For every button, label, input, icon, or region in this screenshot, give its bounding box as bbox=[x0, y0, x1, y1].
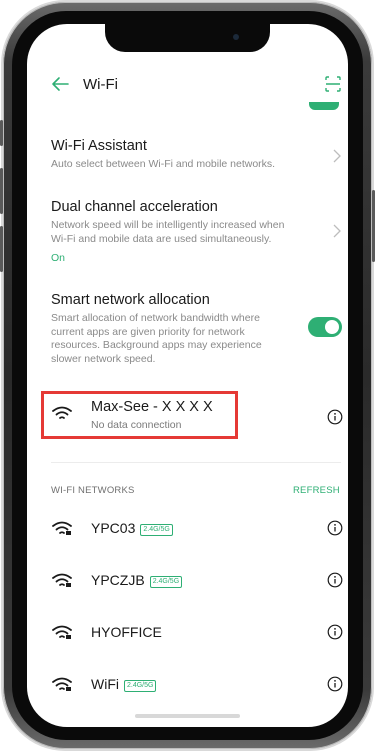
chevron-right-icon bbox=[333, 224, 341, 238]
qr-scan-icon[interactable] bbox=[323, 74, 343, 94]
wifi-locked-icon bbox=[52, 625, 72, 639]
network-item-ypczjb[interactable]: YPCZJB 2.4G/5G bbox=[27, 565, 348, 595]
network-name: HYOFFICE bbox=[91, 624, 162, 640]
info-icon[interactable] bbox=[327, 676, 343, 692]
band-badge: 2.4G/5G bbox=[140, 524, 173, 536]
chevron-right-icon bbox=[333, 149, 341, 163]
smart-allocation-desc-line-4: slower network speed. bbox=[51, 352, 156, 365]
notch bbox=[105, 24, 270, 52]
network-name: WiFi 2.4G/5G bbox=[91, 676, 157, 692]
network-name: YPC03 2.4G/5G bbox=[91, 520, 173, 536]
wifi-networks-label: WI-FI NETWORKS bbox=[51, 485, 135, 496]
info-icon[interactable] bbox=[327, 624, 343, 640]
network-name-text: WiFi bbox=[91, 676, 119, 692]
wifi-assistant-description: Auto select between Wi-Fi and mobile net… bbox=[51, 158, 276, 170]
dual-channel-desc-line-1: Network speed will be intelligently incr… bbox=[51, 219, 285, 231]
smart-allocation-desc-line-1: Smart allocation of network bandwidth wh… bbox=[51, 312, 260, 324]
volume-up-button bbox=[0, 168, 3, 214]
arrow-left-icon[interactable] bbox=[49, 73, 71, 95]
dual-channel-description: Network speed will be intelligently incr… bbox=[51, 219, 341, 246]
previous-toggle-edge bbox=[309, 102, 339, 110]
wifi-locked-icon bbox=[52, 573, 72, 587]
connected-network-name[interactable]: Max-See - X X X X bbox=[91, 399, 213, 415]
app-header: Wi-Fi bbox=[27, 70, 348, 100]
dual-channel-status: On bbox=[51, 252, 66, 264]
network-name-text: YPC03 bbox=[91, 520, 136, 536]
page-title: Wi-Fi bbox=[83, 76, 118, 93]
smart-allocation-description: Smart allocation of network bandwidth wh… bbox=[51, 312, 299, 366]
toggle-knob bbox=[325, 320, 339, 334]
dual-channel-title: Dual channel acceleration bbox=[51, 199, 218, 215]
info-icon[interactable] bbox=[327, 520, 343, 536]
wifi-locked-icon bbox=[52, 677, 72, 691]
wifi-assistant-item[interactable]: Wi-Fi Assistant Auto select between Wi-F… bbox=[51, 137, 341, 172]
smart-allocation-desc-line-3: resources. Background apps may experienc… bbox=[51, 339, 262, 351]
smart-allocation-item: Smart network allocation Smart allocatio… bbox=[51, 291, 299, 366]
connected-network-status: No data connection bbox=[91, 419, 182, 431]
smart-allocation-title: Smart network allocation bbox=[51, 292, 210, 308]
info-icon[interactable] bbox=[327, 572, 343, 588]
network-name-text: YPCZJB bbox=[91, 572, 145, 588]
dual-channel-item[interactable]: Dual channel acceleration Network speed … bbox=[51, 198, 341, 264]
smart-allocation-desc-line-2: current apps are given priority for netw… bbox=[51, 325, 245, 338]
wifi-signal-icon bbox=[52, 406, 72, 419]
network-name: YPCZJB 2.4G/5G bbox=[91, 572, 183, 588]
band-badge: 2.4G/5G bbox=[149, 576, 183, 588]
network-name-text: HYOFFICE bbox=[91, 624, 162, 640]
smart-allocation-toggle[interactable] bbox=[308, 317, 342, 337]
info-icon[interactable] bbox=[327, 409, 343, 425]
dual-channel-desc-line-2: Wi-Fi and mobile data are used simultane… bbox=[51, 232, 272, 245]
home-indicator bbox=[135, 714, 240, 718]
phone-screen: Wi-Fi Wi-Fi Assistant Auto select betwee… bbox=[27, 24, 348, 727]
band-badge: 2.4G/5G bbox=[124, 680, 157, 692]
volume-down-button bbox=[0, 226, 3, 272]
mute-switch bbox=[0, 120, 3, 146]
network-item-ypc03[interactable]: YPC03 2.4G/5G bbox=[27, 513, 348, 543]
network-item-wifi[interactable]: WiFi 2.4G/5G bbox=[27, 669, 348, 699]
refresh-button[interactable]: REFRESH bbox=[293, 485, 340, 496]
wifi-locked-icon bbox=[52, 521, 72, 535]
network-item-hyoffice[interactable]: HYOFFICE bbox=[27, 617, 348, 647]
front-camera bbox=[233, 34, 239, 40]
divider bbox=[51, 462, 341, 463]
wifi-assistant-title: Wi-Fi Assistant bbox=[51, 138, 147, 154]
